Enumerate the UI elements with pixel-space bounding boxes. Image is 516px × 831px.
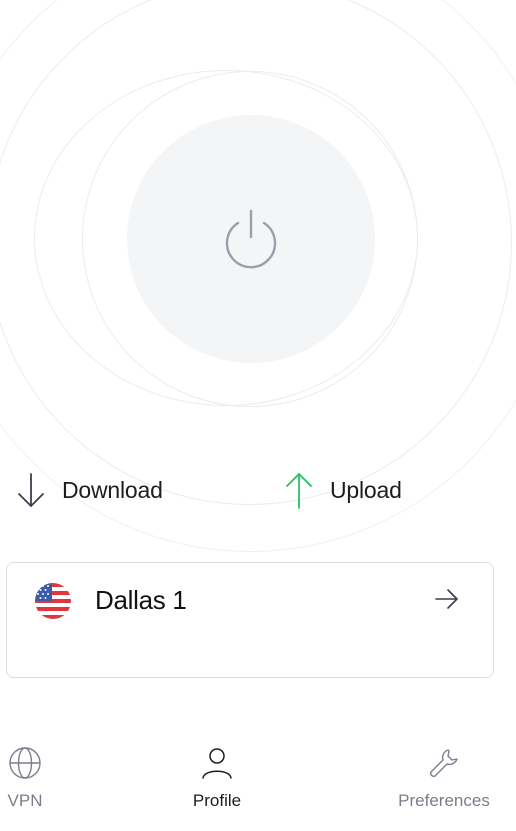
arrow-down-icon [14, 470, 48, 510]
app-root: Download Upload Dallas 1 VPN Profile Pre… [0, 0, 516, 831]
nav-label-vpn: VPN [7, 791, 43, 810]
nav-item-vpn[interactable]: VPN [2, 745, 48, 811]
wrench-icon [426, 745, 462, 781]
download-label: Download [62, 476, 163, 503]
arrow-right-icon[interactable] [433, 585, 461, 613]
user-icon [199, 745, 235, 781]
bottom-nav: VPN Profile Preferences [0, 745, 516, 831]
upload-stat: Upload [282, 470, 402, 510]
globe-icon [7, 745, 43, 781]
nav-label-profile: Profile [192, 791, 242, 810]
us-flag-icon [34, 582, 72, 620]
arrow-up-icon [282, 470, 316, 510]
upload-label: Upload [330, 476, 402, 503]
server-card[interactable]: Dallas 1 [6, 562, 494, 678]
nav-label-preferences: Preferences [398, 791, 490, 810]
power-button[interactable] [127, 115, 375, 363]
nav-item-preferences[interactable]: Preferences [388, 745, 500, 811]
power-icon [221, 205, 281, 274]
server-name: Dallas 1 [95, 585, 187, 615]
nav-item-profile[interactable]: Profile [185, 745, 249, 811]
download-stat: Download [14, 470, 163, 510]
